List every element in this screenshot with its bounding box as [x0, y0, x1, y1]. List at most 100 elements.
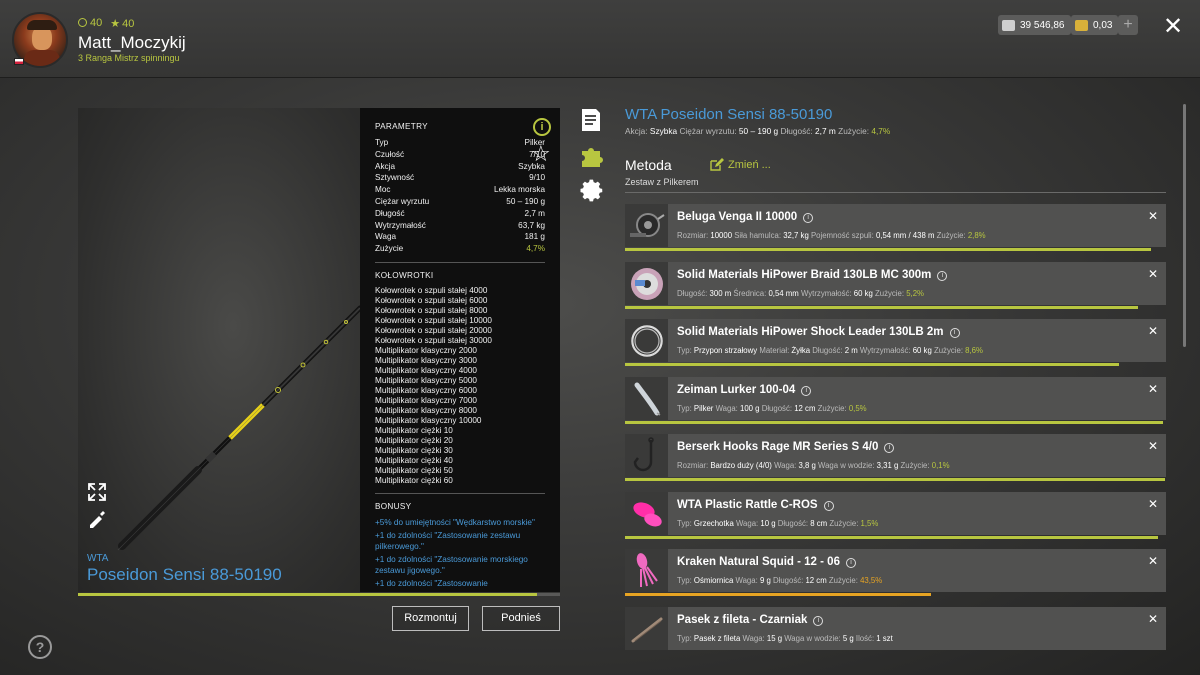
property-value: 300 m [709, 289, 732, 298]
compatible-reel-item: Multiplikator klasyczny 2000 [375, 345, 477, 355]
info-icon[interactable]: i [533, 118, 551, 136]
property-value: Przypon strzałowy [693, 346, 758, 355]
spool-thumbnail-icon [625, 262, 668, 305]
property-label: Długość: [780, 126, 816, 136]
info-icon[interactable]: i [813, 616, 824, 626]
fishing-rod-image [117, 305, 360, 551]
rod-parameters-panel[interactable]: PARAMETRY Typ Pilker Czułość 7/10 Akcja Szybk… [360, 108, 560, 592]
tackle-item-name: Beluga Venga II 10000 i [677, 211, 814, 223]
dismantle-button[interactable]: Rozmontuj [392, 606, 469, 631]
property-label: Waga: [742, 634, 767, 643]
parameter-name: Wytrzymałość [375, 220, 426, 230]
reels-heading: KOŁOWROTKI [375, 270, 434, 280]
parameter-value: 4,7% [526, 244, 545, 254]
bonuses-list: +5% do umiejętności "Wędkarstwo morskie"… [375, 517, 545, 589]
property-value: 0,54 mm / 438 m [875, 231, 935, 240]
property-value: 0,54 mm [768, 289, 799, 298]
remove-item-icon[interactable]: ✕ [1148, 612, 1158, 626]
property-label: Długość: [812, 346, 845, 355]
property-value: 50 – 190 g [738, 126, 779, 136]
help-icon[interactable]: ? [28, 635, 52, 659]
tackle-item[interactable]: Solid Materials HiPower Shock Leader 130… [625, 319, 1166, 362]
tab-details-document-icon[interactable] [580, 108, 604, 132]
tackle-item-properties: Rozmiar: 10000 Siła hamulca: 32,7 kg Poj… [677, 231, 986, 240]
info-icon[interactable]: i [949, 328, 960, 338]
pick-up-button[interactable]: Podnieś [482, 606, 560, 631]
remove-item-icon[interactable]: ✕ [1148, 439, 1158, 453]
compatible-reel-item: Kołowrotek o szpuli stałej 10000 [375, 315, 492, 325]
parameter-row: Akcja Szybka [375, 161, 545, 173]
change-method-button[interactable]: Zmień ... [710, 158, 771, 171]
property-label: Długość: [777, 519, 811, 528]
rod-condition-bar [78, 593, 560, 596]
property-label: Zużycie: [933, 346, 966, 355]
parameter-row: Waga 181 g [375, 231, 545, 243]
tackle-item[interactable]: Berserk Hooks Rage MR Series S 4/0 i Rozmi… [625, 434, 1166, 477]
parameter-name: Waga [375, 232, 397, 242]
tab-components-puzzle-icon[interactable] [580, 143, 604, 167]
tackle-item[interactable]: Pasek z fileta - Czarniak i Typ: Pasek z f… [625, 607, 1166, 650]
tackle-item-name: Berserk Hooks Rage MR Series S 4/0 i [677, 441, 895, 453]
condition-bar [625, 536, 1158, 539]
parameter-name: Czułość [375, 149, 405, 159]
property-value: Ośmiornica [693, 576, 734, 585]
remove-item-icon[interactable]: ✕ [1148, 324, 1158, 338]
divider [375, 261, 545, 263]
property-value: 4,7% [871, 126, 891, 136]
tackle-item[interactable]: WTA Plastic Rattle C-ROS i Typ: Grzechotka… [625, 492, 1166, 535]
top-bar: 40 ★ 40 Matt_Moczykij 3 Ranga Mistrz spin… [0, 0, 1200, 78]
compatible-reel-item: Kołowrotek o szpuli stałej 6000 [375, 295, 488, 305]
reel-thumbnail-icon [625, 204, 668, 247]
condition-bar [625, 363, 1119, 366]
property-label: Waga: [715, 404, 740, 413]
hook-thumbnail-icon [625, 434, 668, 477]
property-label: Zużycie: [875, 289, 907, 298]
info-icon[interactable]: i [803, 213, 814, 223]
close-icon[interactable]: ✕ [1163, 12, 1183, 41]
rod-brand: WTA [87, 553, 109, 564]
remove-item-icon[interactable]: ✕ [1148, 267, 1158, 281]
info-icon[interactable]: i [884, 443, 895, 453]
parameter-row: Ciężar wyrzutu 50 – 190 g [375, 196, 545, 208]
parameter-name: Akcja [375, 161, 396, 171]
tackle-item[interactable]: Kraken Natural Squid - 12 - 06 i Typ: Ośmi… [625, 549, 1166, 592]
info-icon[interactable]: i [845, 558, 856, 568]
favorite-star-icon[interactable]: ☆ [531, 141, 551, 167]
info-icon[interactable]: i [823, 501, 834, 511]
tackle-item[interactable]: Beluga Venga II 10000 i Rozmiar: 10000 Sił… [625, 204, 1166, 247]
property-label: Wytrzymałość: [800, 289, 854, 298]
property-value: 2,8% [967, 231, 986, 240]
tackle-item-name: Zeiman Lurker 100-04 i [677, 384, 812, 396]
tab-settings-gear-icon[interactable] [580, 178, 604, 202]
property-value: 32,7 kg [783, 231, 809, 240]
tackle-item-properties: Typ: Ośmiornica Waga: 9 g Długość: 12 cm… [677, 576, 882, 585]
coil-thumbnail-icon [625, 319, 668, 362]
remove-item-icon[interactable]: ✕ [1148, 554, 1158, 568]
compatible-reel-item: Multiplikator klasyczny 3000 [375, 355, 477, 365]
add-currency-button[interactable]: + [1118, 15, 1138, 35]
condition-bar [625, 306, 1138, 309]
remove-item-icon[interactable]: ✕ [1148, 209, 1158, 223]
edit-icon [710, 158, 724, 171]
property-label: Waga w wodzie: [818, 461, 877, 470]
parameter-row: Wytrzymałość 63,7 kg [375, 220, 545, 232]
tackle-item[interactable]: Zeiman Lurker 100-04 i Typ: Pilker Waga: 1… [625, 377, 1166, 420]
remove-item-icon[interactable]: ✕ [1148, 497, 1158, 511]
rod-preview[interactable]: WTA Poseidon Sensi 88-50190 [78, 108, 360, 592]
info-icon[interactable]: i [801, 386, 812, 396]
change-method-label: Zmień ... [728, 158, 771, 171]
compatible-reel-item: Multiplikator ciężki 50 [375, 465, 453, 475]
parameter-row: Moc Lekka morska [375, 184, 545, 196]
tackle-item[interactable]: Solid Materials HiPower Braid 130LB MC 3… [625, 262, 1166, 305]
parameter-name: Zużycie [375, 244, 404, 254]
player-rank-level: 40 [122, 18, 135, 30]
remove-item-icon[interactable]: ✕ [1148, 382, 1158, 396]
property-label: Długość: [772, 576, 806, 585]
tackle-item-properties: Typ: Przypon strzałowy Materiał: Żyłka D… [677, 346, 983, 355]
info-icon[interactable]: i [937, 271, 948, 281]
tackle-item-title: Berserk Hooks Rage MR Series S 4/0 [677, 441, 879, 453]
tackle-item-properties: Typ: Grzechotka Waga: 10 g Długość: 8 cm… [677, 519, 878, 528]
parameter-name: Typ [375, 138, 389, 147]
property-value: 2 m [844, 346, 858, 355]
scrollbar[interactable] [1183, 104, 1186, 347]
